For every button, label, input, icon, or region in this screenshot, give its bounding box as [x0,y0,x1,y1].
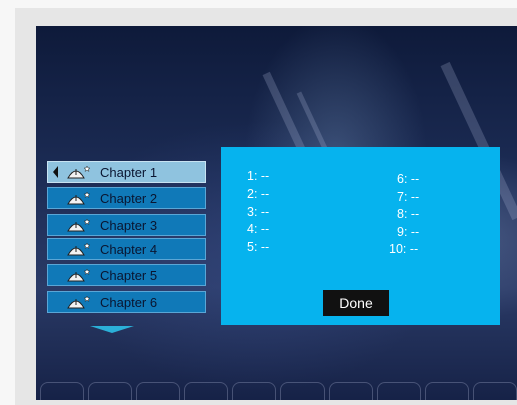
playlist-slot-8[interactable]: 8: -- [397,207,419,221]
dome-sparkle-icon [67,295,91,309]
chapter-label: Chapter 3 [100,217,158,233]
playlist-slot-3[interactable]: 3: -- [247,205,269,219]
chapter-label: Chapter 2 [100,190,158,206]
chapter-item-5[interactable]: Chapter 5 [47,264,206,286]
selection-marker-icon [53,166,58,178]
filmstrip-decoration [36,378,517,400]
playlist-slot-5[interactable]: 5: -- [247,240,269,254]
dome-sparkle-icon [67,242,91,256]
playlist-slot-9[interactable]: 9: -- [397,225,419,239]
playlist-slot-7[interactable]: 7: -- [397,190,419,204]
dome-sparkle-icon [67,165,91,179]
chapter-item-1[interactable]: Chapter 1 [47,161,206,183]
chapter-label: Chapter 1 [100,164,158,180]
scroll-down-arrow-icon[interactable] [90,326,134,333]
chapter-item-2[interactable]: Chapter 2 [47,187,206,209]
done-button[interactable]: Done [323,290,389,316]
playlist-slot-1[interactable]: 1: -- [247,169,269,183]
chapter-label: Chapter 6 [100,294,158,310]
chapter-item-6[interactable]: Chapter 6 [47,291,206,313]
chapter-item-4[interactable]: Chapter 4 [47,238,206,260]
chapter-item-3[interactable]: Chapter 3 [47,214,206,236]
playlist-slot-6[interactable]: 6: -- [397,172,419,186]
playlist-slot-10[interactable]: 10: -- [389,242,418,256]
playlist-slot-4[interactable]: 4: -- [247,222,269,236]
dome-sparkle-icon [67,218,91,232]
dome-sparkle-icon [67,191,91,205]
chapter-label: Chapter 5 [100,267,158,283]
dome-sparkle-icon [67,268,91,282]
playlist-slot-2[interactable]: 2: -- [247,187,269,201]
chapter-label: Chapter 4 [100,241,158,257]
